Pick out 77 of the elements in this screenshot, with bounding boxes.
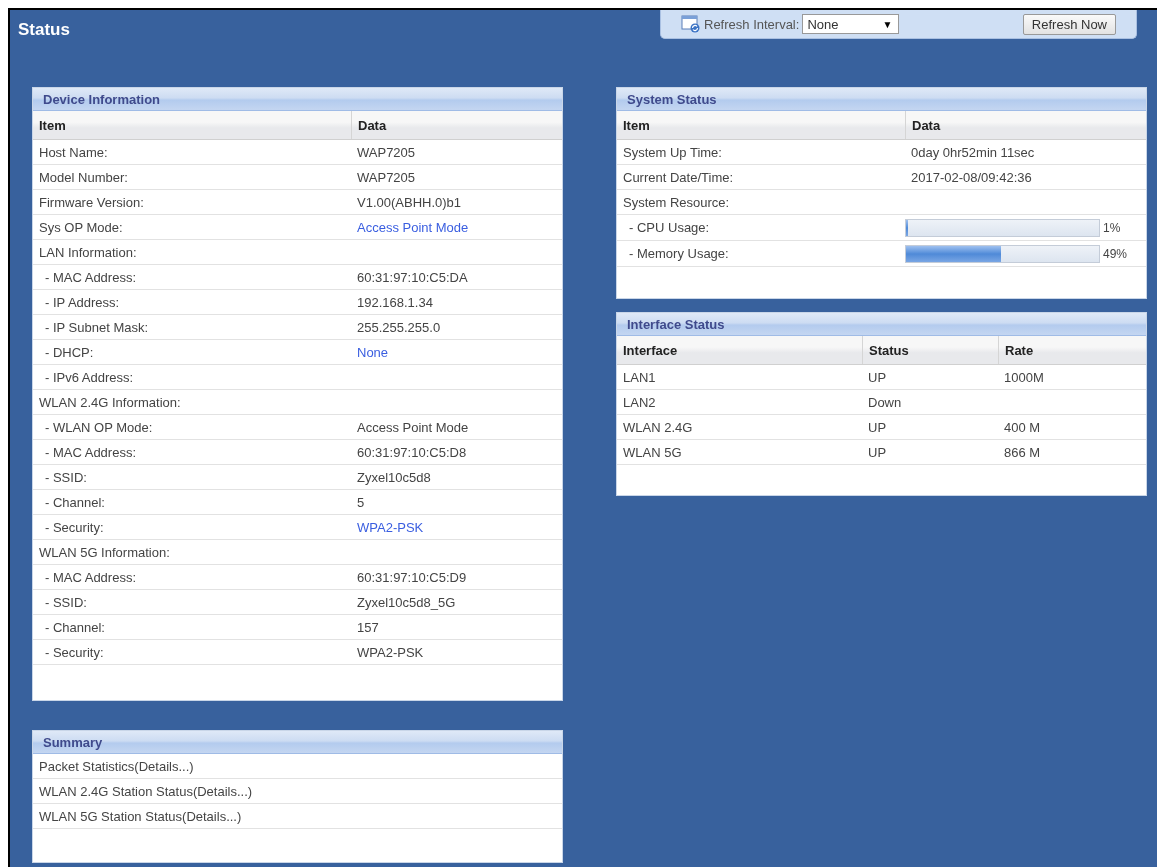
value-text: Zyxel10c5d8: [356, 469, 432, 485]
column-header: Rate: [998, 336, 1146, 364]
item-label: - Memory Usage:: [628, 246, 730, 261]
item-label: - Channel:: [44, 619, 106, 635]
meter-reading: 1%: [1103, 220, 1121, 235]
item-label: Firmware Version:: [38, 194, 145, 210]
table-cell-text: 400 M: [1003, 419, 1042, 435]
refresh-interval-dropdown[interactable]: None ▼: [802, 14, 900, 34]
item-label: - MAC Address:: [44, 444, 138, 460]
item-label: Model Number:: [38, 169, 129, 185]
value-link[interactable]: Access Point Mode: [351, 219, 562, 235]
value-text: 60:31:97:10:C5:D9: [356, 569, 468, 585]
column-header: Interface: [622, 341, 679, 360]
item-label: - Channel:: [44, 494, 106, 510]
refresh-interval-label: Refresh Interval:: [704, 16, 800, 32]
item-label: System Up Time:: [622, 144, 723, 160]
item-label: - SSID:: [44, 594, 88, 610]
value-link[interactable]: WPA2-PSK: [351, 519, 562, 535]
column-header: Item: [38, 116, 67, 135]
value-text: 5: [356, 494, 366, 510]
column-header: Data: [905, 111, 1146, 139]
table-cell-text: 1000M: [1003, 369, 1045, 385]
panel-title: Device Information: [43, 91, 161, 107]
table-cell-text: LAN2: [622, 394, 657, 410]
value-text: 2017-02-08/09:42:36: [910, 169, 1033, 185]
value-text: 255.255.255.0: [356, 319, 442, 335]
item-label: - Security:: [44, 519, 105, 535]
item-label: - DHCP:: [44, 344, 95, 360]
table-cell-text: 866 M: [1003, 444, 1042, 460]
table-cell-text: Down: [867, 394, 903, 410]
item-label: - WLAN OP Mode:: [44, 419, 154, 435]
column-header: Data: [351, 111, 562, 139]
meter-reading: 49%: [1103, 246, 1128, 261]
item-label: - MAC Address:: [44, 269, 138, 285]
summary-link[interactable]: WLAN 2.4G Station Status(Details...): [33, 783, 562, 799]
table-cell-text: UP: [867, 419, 888, 435]
table-cell-text: UP: [867, 369, 888, 385]
table-cell-text: UP: [867, 444, 888, 460]
item-label: Host Name:: [38, 144, 109, 160]
item-label: - Security:: [44, 644, 105, 660]
table-cell-text: LAN1: [622, 369, 657, 385]
item-label: WLAN 2.4G Information:: [38, 394, 182, 410]
summary-link[interactable]: WLAN 5G Station Status(Details...): [33, 808, 562, 824]
item-label: - IPv6 Address:: [44, 369, 135, 385]
value-text: WPA2-PSK: [356, 644, 425, 660]
value-text: 60:31:97:10:C5:D8: [356, 444, 468, 460]
table-cell-text: WLAN 5G: [622, 444, 683, 460]
refresh-now-button[interactable]: Refresh Now: [1022, 13, 1116, 35]
item-label: WLAN 5G Information:: [38, 544, 171, 560]
item-label: - MAC Address:: [44, 569, 138, 585]
page-title: Status: [18, 20, 70, 40]
value-text: 60:31:97:10:C5:DA: [356, 269, 469, 285]
item-label: Sys OP Mode:: [38, 219, 124, 235]
column-header: Status: [862, 336, 998, 364]
value-text: V1.00(ABHH.0)b1: [356, 194, 463, 210]
item-label: - SSID:: [44, 469, 88, 485]
item-label: - IP Address:: [44, 294, 121, 310]
panel-title: Interface Status: [627, 316, 725, 332]
item-label: - CPU Usage:: [628, 220, 711, 235]
item-label: Current Date/Time:: [622, 169, 735, 185]
value-text: WAP7205: [356, 169, 417, 185]
value-text: 157: [356, 619, 380, 635]
item-label: - IP Subnet Mask:: [44, 319, 150, 335]
value-text: Zyxel10c5d8_5G: [356, 594, 457, 610]
item-label: LAN Information:: [38, 244, 138, 260]
value-text: 0day 0hr52min 11sec: [910, 144, 1036, 160]
summary-link[interactable]: Packet Statistics(Details...): [33, 758, 562, 774]
item-label: System Resource:: [622, 194, 731, 210]
panel-title: System Status: [627, 91, 717, 107]
table-cell-text: WLAN 2.4G: [622, 419, 694, 435]
panel-title: Summary: [43, 734, 103, 750]
column-header: Item: [622, 116, 651, 135]
value-text: Access Point Mode: [356, 419, 470, 435]
value-text: WAP7205: [356, 144, 417, 160]
refresh-window-icon: [681, 15, 701, 33]
value-link[interactable]: None: [351, 344, 562, 360]
value-text: 192.168.1.34: [356, 294, 434, 310]
